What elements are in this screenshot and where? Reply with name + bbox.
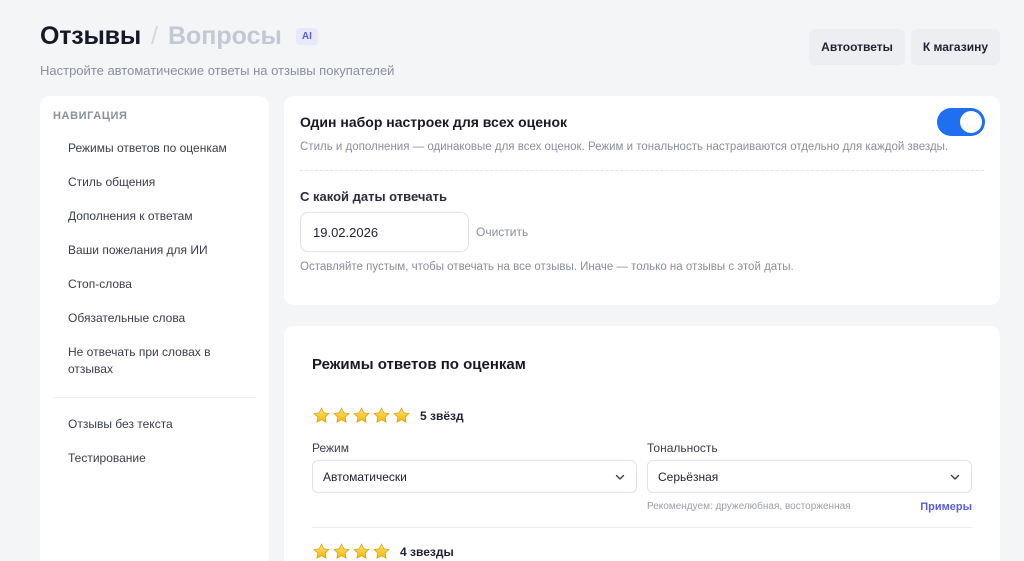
- page-title: Отзывы: [40, 22, 141, 50]
- ai-badge: AI: [295, 28, 318, 45]
- sidebar-item-no-text-reviews[interactable]: Отзывы без текста: [53, 408, 256, 442]
- single-set-toggle[interactable]: [937, 108, 985, 136]
- star-icon: [333, 407, 350, 423]
- rating-row-4: 4 звезды: [312, 542, 972, 561]
- single-set-row: Один набор настроек для всех оценок: [300, 114, 984, 130]
- rating-divider: [312, 527, 972, 528]
- star-icon: [373, 407, 390, 423]
- title-separator: /: [151, 22, 158, 50]
- nav-list: Режимы ответов по оценкам Стиль общения …: [53, 132, 256, 476]
- stars-5: [312, 406, 411, 425]
- rating-modes-title: Режимы ответов по оценкам: [312, 356, 526, 373]
- stars-4: [312, 542, 391, 561]
- sidebar-item-additions[interactable]: Дополнения к ответам: [53, 200, 256, 234]
- star-icon: [313, 543, 330, 559]
- date-row: Очистить: [300, 212, 984, 252]
- sidebar-navigation: НАВИГАЦИЯ Режимы ответов по оценкам Стил…: [40, 96, 269, 561]
- rating-5-fields: Режим Автоматически Тональность Серьёзна…: [312, 441, 972, 513]
- date-hint: Оставляйте пустым, чтобы отвечать на все…: [300, 261, 794, 273]
- tone-field: Тональность Серьёзная Рекомендуем: друже…: [647, 441, 972, 513]
- sidebar-item-style[interactable]: Стиль общения: [53, 166, 256, 200]
- examples-link[interactable]: Примеры: [920, 501, 972, 513]
- tone-recommendation: Рекомендуем: дружелюбная, восторженная: [647, 501, 851, 512]
- mode-label: Режим: [312, 441, 349, 455]
- date-label: С какой даты отвечать: [300, 189, 448, 204]
- tone-value: Серьёзная: [658, 469, 719, 484]
- sidebar-item-stop-words[interactable]: Стоп-слова: [53, 268, 256, 302]
- top-actions: Автоответы К магазину: [809, 29, 1000, 65]
- sidebar-item-rating-modes[interactable]: Режимы ответов по оценкам: [53, 132, 256, 166]
- sidebar-item-testing[interactable]: Тестирование: [53, 442, 256, 476]
- star-icon: [353, 543, 370, 559]
- title-row: Отзывы / Вопросы AI: [40, 22, 394, 51]
- star-icon: [393, 407, 410, 423]
- star-icon: [333, 543, 350, 559]
- chevron-down-icon: [950, 474, 960, 480]
- single-set-description: Стиль и дополнения — одинаковые для всех…: [300, 141, 949, 153]
- mode-select[interactable]: Автоматически: [312, 460, 637, 493]
- tab-questions[interactable]: Вопросы: [168, 22, 282, 51]
- tone-under-row: Рекомендуем: дружелюбная, восторженная П…: [647, 501, 972, 513]
- page-header: Отзывы / Вопросы AI Настройте автоматиче…: [40, 22, 394, 78]
- date-input[interactable]: [300, 212, 469, 252]
- autoreplies-button[interactable]: Автоответы: [809, 29, 905, 65]
- mode-field: Режим Автоматически: [312, 441, 637, 513]
- general-settings-card: Один набор настроек для всех оценок Стил…: [284, 96, 1000, 305]
- rating-modes-card: Режимы ответов по оценкам 5 звёзд Режим …: [284, 326, 1000, 561]
- tone-label: Тональность: [647, 441, 718, 455]
- rating-label-5: 5 звёзд: [420, 408, 464, 423]
- clear-date-link[interactable]: Очистить: [476, 225, 528, 239]
- star-icon: [353, 407, 370, 423]
- nav-title: НАВИГАЦИЯ: [53, 110, 128, 122]
- rating-label-4: 4 звезды: [400, 544, 454, 559]
- nav-divider: [53, 397, 256, 398]
- rating-row-5: 5 звёзд: [312, 406, 972, 425]
- dashed-divider: [300, 170, 984, 171]
- sidebar-item-ai-wishes[interactable]: Ваши пожелания для ИИ: [53, 234, 256, 268]
- tone-select[interactable]: Серьёзная: [647, 460, 972, 493]
- sidebar-item-skip-words[interactable]: Не отвечать при словах в отзывах: [53, 336, 256, 387]
- star-icon: [373, 543, 390, 559]
- sidebar-item-required-words[interactable]: Обязательные слова: [53, 302, 256, 336]
- to-store-button[interactable]: К магазину: [910, 29, 1000, 65]
- star-icon: [313, 407, 330, 423]
- mode-value: Автоматически: [323, 469, 407, 484]
- page-subtitle: Настройте автоматические ответы на отзыв…: [40, 63, 395, 78]
- single-set-title: Один набор настроек для всех оценок: [300, 114, 568, 130]
- chevron-down-icon: [615, 474, 625, 480]
